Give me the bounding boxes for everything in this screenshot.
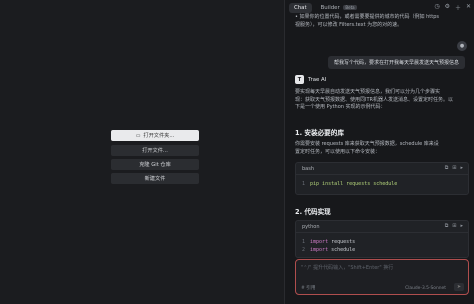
tab-builder-label: Builder <box>320 5 340 11</box>
copy-icon[interactable]: ⧉ <box>445 165 449 171</box>
new-file-button[interactable]: 新建文件 <box>111 173 199 184</box>
section-heading-1: 1. 安装必要的库 <box>295 129 344 137</box>
model-selector[interactable]: Claude-3.5-Sonnet <box>405 286 446 291</box>
ai-chat-panel: Chat Builder Beta ◷ ⚙ ＋ ✕ • 如果你的位置代码，或者需… <box>284 0 474 304</box>
code-keyword: import <box>310 239 329 245</box>
text-line: 置定时任务，可以使用以下命令安装： <box>295 148 381 155</box>
editor-area: ▭ 打开文件夹... 打开文件... 克隆 Git 仓库 新建文件 <box>0 0 284 304</box>
ai-intro-text: 要实现每天早晨自动发送天气预报信息，我们可以分为几个步骤实 现：获取天气预报数据… <box>295 89 465 112</box>
open-folder-button[interactable]: ▭ 打开文件夹... <box>111 130 199 141</box>
code-block-python: python ⧉ ⊞ ▸ 1 import requests 2 import sc… <box>295 220 469 258</box>
ai-name: Trae AI <box>308 76 327 83</box>
beta-badge: Beta <box>343 5 357 10</box>
run-icon[interactable]: ▸ <box>460 165 463 171</box>
code-module: requests <box>331 239 356 245</box>
open-folder-label: 打开文件夹... <box>143 133 175 139</box>
line-number: 1 <box>302 239 306 245</box>
open-file-button[interactable]: 打开文件... <box>111 145 199 156</box>
text-line: 现：获取天气预报数据、使用同ITR机器人发送消息、设置定时任务。以 <box>295 96 454 103</box>
tab-chat[interactable]: Chat <box>289 3 312 13</box>
trae-logo-icon: T <box>295 75 304 84</box>
code-line: 2 import schedule <box>296 246 468 254</box>
code-block-bash: bash ⧉ ⊞ ▸ 1 pip install requests schedul… <box>295 162 469 195</box>
open-file-label: 打开文件... <box>142 148 168 154</box>
clone-git-label: 克隆 Git 仓库 <box>139 162 171 168</box>
text-line: 视服务），可以修改 Filters.text 为您的对的速。 <box>295 21 403 28</box>
close-icon[interactable]: ✕ <box>466 3 471 12</box>
new-file-label: 新建文件 <box>144 176 166 182</box>
code-line: 1 pip install requests schedule <box>296 180 468 188</box>
text-line: 要实现每天早晨自动发送天气预报信息，我们可以分为几个步骤实 <box>295 89 441 95</box>
section1-text: 你需要安装 requests 库来获取天气预报数据，schedule 库来设 置… <box>295 141 465 156</box>
history-icon[interactable]: ◷ <box>434 3 439 12</box>
user-message: 帮我写个代码，要求在打开我每天早晨发送天气预报信息 <box>327 56 465 69</box>
code-block-header: python ⧉ ⊞ ▸ <box>296 221 468 233</box>
code-module: schedule <box>331 247 356 253</box>
code-lang-label: python <box>302 223 320 230</box>
code-line: 1 import requests <box>296 238 468 246</box>
new-chat-icon[interactable]: ＋ <box>455 3 461 12</box>
panel-top-icons: ◷ ⚙ ＋ ✕ <box>434 3 471 12</box>
chat-input[interactable]: "⌃/" 提升代码输入，"Shift+Enter" 换行 # 引用 Claude… <box>295 259 469 295</box>
code-block-actions: ⧉ ⊞ ▸ <box>445 165 463 171</box>
ai-header: T Trae AI <box>295 75 326 84</box>
code-text: pip install requests schedule <box>310 181 398 187</box>
clone-git-button[interactable]: 克隆 Git 仓库 <box>111 159 199 170</box>
apply-icon[interactable]: ▸ <box>460 223 463 229</box>
reference-button[interactable]: # 引用 <box>301 285 316 291</box>
section-heading-2: 2. 代码实现 <box>295 208 331 216</box>
code-block-actions: ⧉ ⊞ ▸ <box>445 223 463 229</box>
code-keyword: import <box>310 247 329 253</box>
settings-icon[interactable]: ⚙ <box>445 3 450 12</box>
insert-icon[interactable]: ⊞ <box>452 165 456 171</box>
copy-icon[interactable]: ⧉ <box>445 223 449 229</box>
line-number: 2 <box>302 247 306 253</box>
send-icon: ➤ <box>456 284 462 290</box>
text-line: • 如果你的位置代码，或者需要要提供的城市的代码（例如 https <box>295 14 439 20</box>
folder-icon: ▭ <box>135 132 141 139</box>
code-block-header: bash ⧉ ⊞ ▸ <box>296 163 468 175</box>
tab-builder[interactable]: Builder Beta <box>316 3 362 13</box>
previous-message-text: • 如果你的位置代码，或者需要要提供的城市的代码（例如 https 视服务），可… <box>295 14 465 29</box>
insert-icon[interactable]: ⊞ <box>452 223 456 229</box>
text-line: 你需要安装 requests 库来获取天气预报数据，schedule 库来设 <box>295 141 439 147</box>
text-line: 下是一个使用 Python 实现的示例代码： <box>295 104 386 110</box>
code-lang-label: bash <box>302 165 315 172</box>
user-avatar: ● <box>457 41 467 51</box>
send-button[interactable]: ➤ <box>454 283 464 291</box>
line-number: 1 <box>302 181 306 187</box>
chat-input-placeholder: "⌃/" 提升代码输入，"Shift+Enter" 换行 <box>301 265 394 271</box>
